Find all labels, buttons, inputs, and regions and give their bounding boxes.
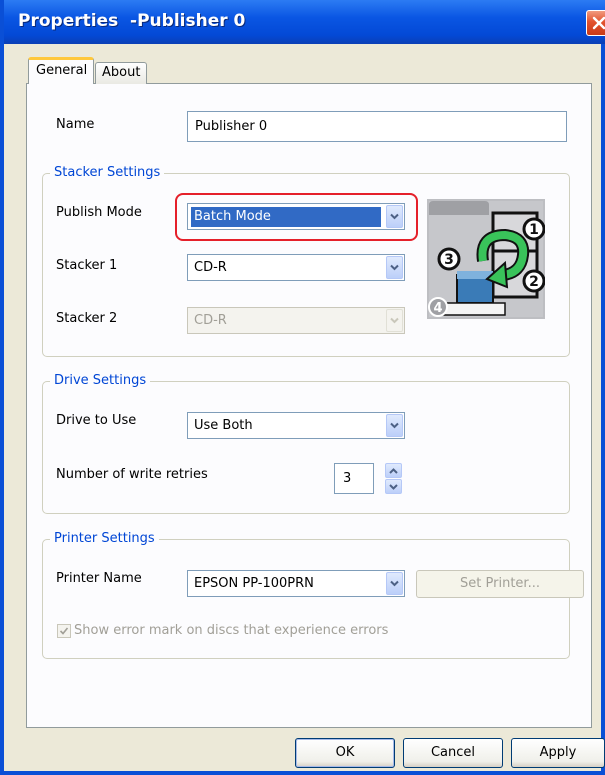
stacker2-label: Stacker 2 [56, 311, 118, 326]
error-mark-checkbox [57, 624, 71, 638]
printer-settings-group [42, 539, 570, 659]
stacker-diagram-icon: 1 2 3 4 [427, 199, 545, 319]
diagram-number-2: 2 [529, 274, 539, 290]
stacker-settings-title: Stacker Settings [50, 165, 165, 180]
apply-button[interactable]: Apply [511, 738, 605, 768]
stacker2-dropdown-button [386, 309, 403, 332]
window-title: Properties -Publisher 0 [18, 11, 246, 31]
printer-settings-title: Printer Settings [50, 531, 159, 546]
checkmark-icon [59, 627, 69, 635]
stacker2-value: CD-R [194, 313, 227, 328]
tab-about[interactable]: About [95, 62, 147, 84]
cancel-button[interactable]: Cancel [403, 738, 503, 768]
spin-up-button[interactable] [385, 463, 402, 478]
write-retries-label: Number of write retries [56, 467, 208, 482]
set-printer-button: Set Printer... [416, 570, 584, 598]
name-label: Name [56, 117, 95, 132]
chevron-down-icon [390, 580, 399, 587]
spin-up-icon [389, 468, 398, 474]
write-retries-input[interactable]: 3 [334, 463, 374, 494]
drive-settings-group [42, 381, 570, 514]
chevron-down-icon [390, 264, 399, 271]
name-input[interactable]: Publisher 0 [187, 111, 567, 142]
close-button[interactable] [586, 10, 605, 36]
stacker1-label: Stacker 1 [56, 258, 118, 273]
spin-down-button[interactable] [385, 479, 402, 494]
write-retries-spinner [385, 463, 402, 494]
spin-down-icon [389, 484, 398, 490]
diagram-number-1: 1 [529, 222, 539, 238]
stacker1-dropdown-button[interactable] [386, 256, 403, 279]
stacker1-value: CD-R [194, 260, 227, 275]
printer-name-dropdown-button[interactable] [386, 572, 403, 595]
printer-name-dropdown[interactable]: EPSON PP-100PRN [187, 570, 405, 597]
chevron-down-icon [390, 317, 399, 324]
publish-mode-label: Publish Mode [56, 205, 142, 220]
error-mark-label: Show error mark on discs that experience… [74, 623, 389, 638]
properties-dialog: Properties -Publisher 0 General About Na… [0, 0, 605, 775]
drive-to-use-label: Drive to Use [56, 413, 137, 428]
stacker2-dropdown: CD-R [187, 307, 405, 334]
title-bar[interactable]: Properties -Publisher 0 [4, 0, 605, 44]
printer-name-label: Printer Name [56, 571, 142, 586]
diagram-number-4: 4 [433, 301, 442, 316]
publish-mode-highlight [175, 193, 418, 241]
diagram-number-3: 3 [444, 252, 454, 268]
printer-name-value: EPSON PP-100PRN [194, 576, 314, 591]
drive-to-use-value: Use Both [194, 418, 253, 433]
drive-to-use-dropdown-button[interactable] [386, 414, 403, 437]
tab-general[interactable]: General [28, 57, 94, 84]
close-icon [592, 16, 605, 30]
ok-button[interactable]: OK [295, 738, 395, 768]
drive-to-use-dropdown[interactable]: Use Both [187, 412, 405, 439]
stacker1-dropdown[interactable]: CD-R [187, 254, 405, 281]
drive-settings-title: Drive Settings [50, 373, 151, 388]
chevron-down-icon [390, 422, 399, 429]
